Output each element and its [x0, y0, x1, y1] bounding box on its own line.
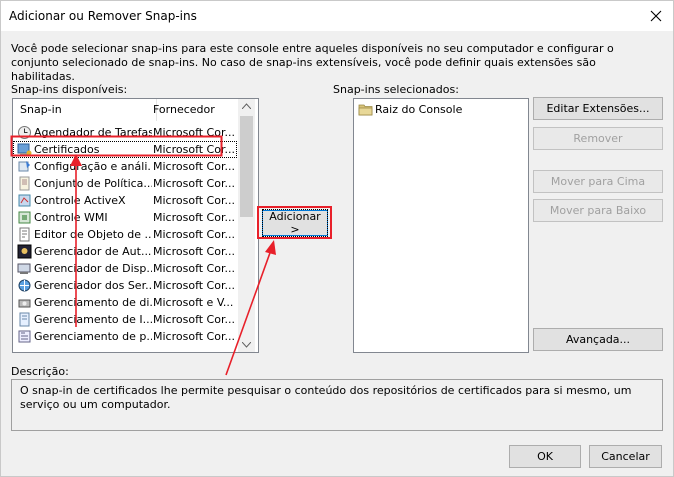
annotation-arrowhead-diagonal [265, 240, 276, 255]
certificates-highlight-box [10, 135, 223, 157]
add-button-highlight-box [257, 206, 332, 239]
annotation-overlay [10, 135, 332, 376]
annotation-arrow-line-diagonal [225, 249, 272, 376]
